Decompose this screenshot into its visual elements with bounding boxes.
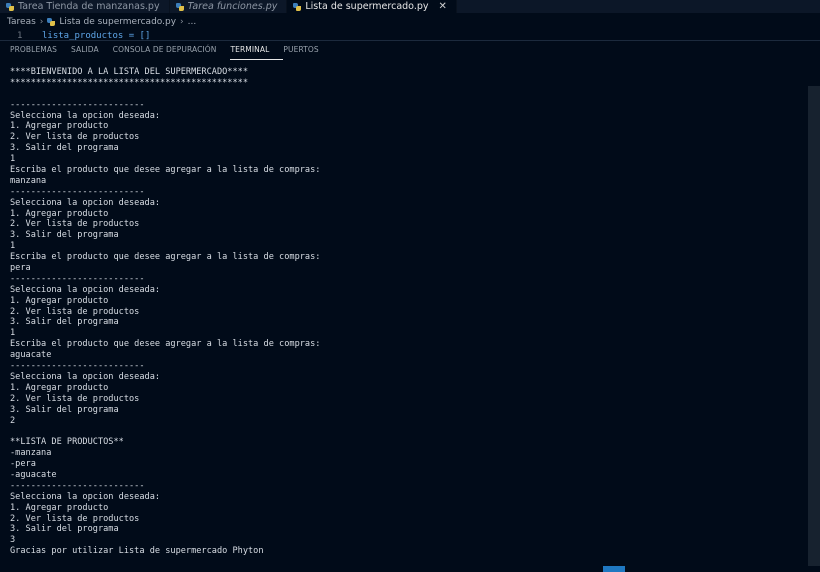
code-text[interactable]: lista_productos = [] <box>42 30 150 40</box>
terminal-line: aguacate <box>10 350 52 361</box>
terminal-line: 1 <box>10 154 16 165</box>
terminal-line: 1 <box>10 241 16 252</box>
editor-code-line: 1 lista_productos = [] <box>0 30 820 40</box>
chevron-right-icon: › <box>180 17 184 27</box>
tab-problemas[interactable]: PROBLEMAS <box>10 41 71 60</box>
terminal-line: 3. Salir del programa <box>10 317 119 328</box>
terminal-line: 2. Ver lista de productos <box>10 219 140 230</box>
remote-indicator[interactable] <box>603 566 625 572</box>
terminal-line: Selecciona la opcion deseada: <box>10 491 161 502</box>
breadcrumb-more[interactable]: ... <box>188 17 197 27</box>
breadcrumb-folder[interactable]: Tareas <box>7 17 36 27</box>
tab-lista-supermercado[interactable]: Lista de supermercado.py ✕ <box>287 0 457 13</box>
line-number: 1 <box>17 31 23 40</box>
terminal-line: 1. Agregar producto <box>10 295 109 306</box>
tab-terminal[interactable]: TERMINAL <box>230 41 284 60</box>
terminal-line: 2. Ver lista de productos <box>10 306 140 317</box>
close-icon[interactable]: ✕ <box>439 1 447 12</box>
terminal-line: Escriba el producto que desee agregar a … <box>10 339 321 350</box>
python-file-icon <box>175 2 184 11</box>
panel-tab-bar: PROBLEMAS SALIDA CONSOLA DE DEPURACIÓN T… <box>0 41 333 60</box>
terminal-line: ****BIENVENIDO A LA LISTA DEL SUPERMERCA… <box>10 67 248 77</box>
terminal-line: -------------------------- <box>10 361 145 372</box>
tab-puertos[interactable]: PUERTOS <box>283 41 332 60</box>
terminal-line: 3. Salir del programa <box>10 230 119 241</box>
terminal-line: 1 <box>10 328 16 339</box>
terminal-line: 1. Agregar producto <box>10 121 109 132</box>
terminal-line: Selecciona la opcion deseada: <box>10 110 161 121</box>
terminal-line: 1. Agregar producto <box>10 208 109 219</box>
tab-label: Tarea funciones.py <box>187 1 278 12</box>
terminal-line: 2. Ver lista de productos <box>10 132 140 143</box>
python-file-icon <box>293 2 302 11</box>
terminal-scrollbar[interactable] <box>808 86 820 566</box>
terminal-line: ****************************************… <box>10 77 248 88</box>
tab-tarea-funciones[interactable]: Tarea funciones.py <box>170 0 288 13</box>
status-bar <box>603 566 820 572</box>
terminal-line: 2. Ver lista de productos <box>10 513 140 524</box>
terminal-line: Escriba el producto que desee agregar a … <box>10 252 321 263</box>
terminal-line: Selecciona la opcion deseada: <box>10 284 161 295</box>
terminal-line: -aguacate <box>10 469 57 480</box>
tab-tarea-tienda[interactable]: Tarea Tienda de manzanas.py <box>0 0 170 13</box>
terminal-line: 3 <box>10 535 16 546</box>
python-file-icon <box>6 2 14 11</box>
tab-label: Lista de supermercado.py <box>305 1 429 12</box>
terminal-line: -------------------------- <box>10 273 145 284</box>
tab-salida[interactable]: SALIDA <box>71 41 113 60</box>
terminal-line: 1. Agregar producto <box>10 382 109 393</box>
terminal-output[interactable]: ****BIENVENIDO A LA LISTA DEL SUPERMERCA… <box>10 67 800 572</box>
terminal-line: Gracias por utilizar Lista de supermerca… <box>10 546 264 557</box>
terminal-line: 3. Salir del programa <box>10 143 119 154</box>
tab-consola-depuracion[interactable]: CONSOLA DE DEPURACIÓN <box>113 41 231 60</box>
python-file-icon <box>47 18 56 26</box>
terminal-line: pera <box>10 263 31 274</box>
tab-label: Tarea Tienda de manzanas.py <box>18 1 160 12</box>
terminal-line: -manzana <box>10 448 52 459</box>
terminal-line: 2. Ver lista de productos <box>10 393 140 404</box>
breadcrumb-file[interactable]: Lista de supermercado.py <box>59 17 176 27</box>
terminal-line: manzana <box>10 175 47 186</box>
terminal-line: -------------------------- <box>10 480 145 491</box>
editor-tab-bar: Tarea Tienda de manzanas.py Tarea funcio… <box>0 0 820 13</box>
terminal-line: **LISTA DE PRODUCTOS** <box>10 437 124 448</box>
terminal-line: 3. Salir del programa <box>10 524 119 535</box>
breadcrumb: Tareas › Lista de supermercado.py › ... <box>0 15 196 29</box>
terminal-line: -pera <box>10 459 36 470</box>
terminal-line: 3. Salir del programa <box>10 404 119 415</box>
terminal-line: 1. Agregar producto <box>10 502 109 513</box>
terminal-line: -------------------------- <box>10 186 145 197</box>
terminal-line: -------------------------- <box>10 99 145 110</box>
chevron-right-icon: › <box>39 17 44 27</box>
terminal-line: 2 <box>10 415 16 426</box>
terminal-line: Selecciona la opcion deseada: <box>10 371 161 382</box>
terminal-line: Selecciona la opcion deseada: <box>10 197 161 208</box>
terminal-line: Escriba el producto que desee agregar a … <box>10 165 321 176</box>
